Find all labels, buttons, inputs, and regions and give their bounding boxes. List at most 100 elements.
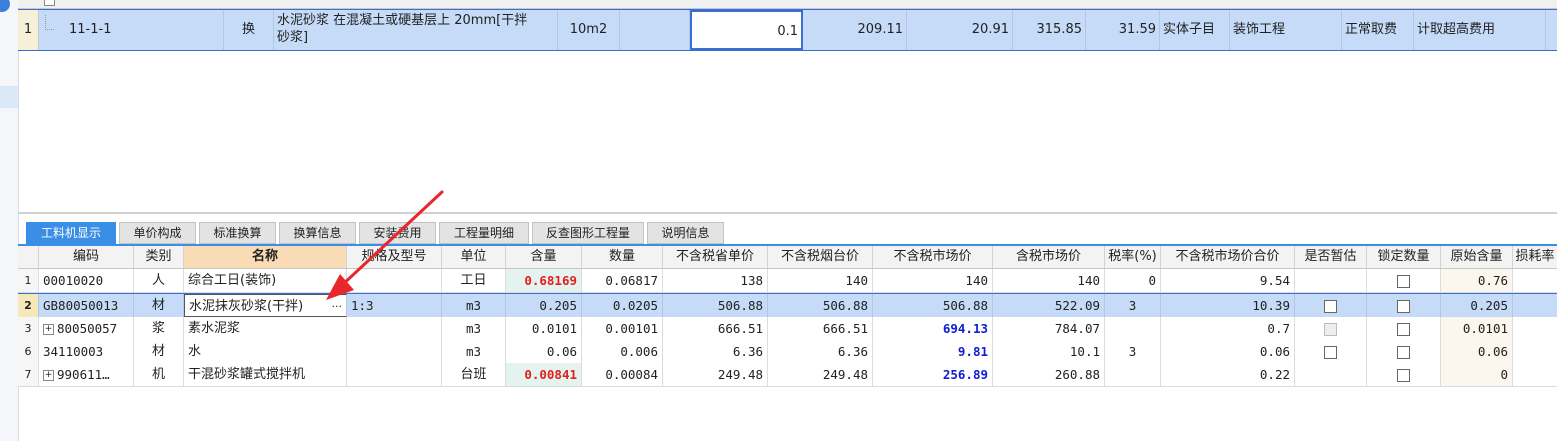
market-price-cell[interactable]: 506.88 xyxy=(873,294,993,317)
item-fee[interactable]: 正常取费 xyxy=(1342,10,1414,50)
header-market-price[interactable]: 不含税市场价 xyxy=(873,246,993,268)
market-total-cell[interactable]: 9.54 xyxy=(1161,269,1295,292)
loss-rate-cell[interactable] xyxy=(1513,317,1557,340)
header-provisional[interactable]: 是否暂估 xyxy=(1295,246,1367,268)
table-row[interactable]: 1 00010020 人 综合工日(装饰) 工日 0.68169 0.06817… xyxy=(18,269,1557,293)
spec-cell[interactable] xyxy=(347,269,442,292)
market-price-cell[interactable]: 694.13 xyxy=(873,317,993,340)
category-cell[interactable]: 人 xyxy=(134,269,184,292)
header-loss-rate[interactable]: 损耗率 xyxy=(1513,246,1557,268)
table-row[interactable]: 6 34110003 材 水 m3 0.06 0.006 6.36 6.36 9… xyxy=(18,340,1557,364)
category-cell[interactable]: 机 xyxy=(134,363,184,386)
loss-rate-cell[interactable] xyxy=(1513,340,1557,363)
tab-quantity-detail[interactable]: 工程量明细 xyxy=(439,222,529,244)
taxed-price-cell[interactable]: 784.07 xyxy=(993,317,1105,340)
left-panel-selected-item[interactable] xyxy=(0,86,18,108)
taxed-price-cell[interactable]: 260.88 xyxy=(993,363,1105,386)
original-content-cell[interactable]: 0 xyxy=(1441,363,1513,386)
market-total-cell[interactable]: 10.39 xyxy=(1161,294,1295,317)
quantity-input[interactable]: 0.1 xyxy=(690,10,803,50)
header-name[interactable]: 名称 xyxy=(184,246,347,268)
tax-rate-cell[interactable]: 0 xyxy=(1105,269,1161,292)
provisional-cell[interactable] xyxy=(1295,269,1367,292)
yantai-price-cell[interactable]: 249.48 xyxy=(768,363,873,386)
item-unit[interactable]: 10m2 xyxy=(558,10,620,50)
unit-cell[interactable]: m3 xyxy=(442,294,506,317)
ellipsis-icon[interactable]: ··· xyxy=(332,295,343,316)
item-height-fee[interactable]: 计取超高费用 xyxy=(1414,10,1546,50)
code-cell[interactable]: +990611… xyxy=(39,363,134,386)
lock-cell[interactable] xyxy=(1367,317,1441,340)
code-cell[interactable]: 00010020 xyxy=(39,269,134,292)
lock-cell[interactable] xyxy=(1367,294,1441,317)
table-row[interactable]: 3 +80050057 浆 素水泥浆 m3 0.0101 0.00101 666… xyxy=(18,317,1557,341)
tab-conversion-info[interactable]: 换算信息 xyxy=(279,222,356,244)
unit-cell[interactable]: 工日 xyxy=(442,269,506,292)
quantity-cell[interactable]: 0.00084 xyxy=(582,363,663,386)
lock-checkbox[interactable] xyxy=(1397,323,1410,336)
provisional-checkbox[interactable] xyxy=(1324,346,1337,359)
splitter[interactable] xyxy=(18,212,1557,214)
yantai-price-cell[interactable]: 140 xyxy=(768,269,873,292)
table-row-selected[interactable]: 2 GB80050013 材 水泥抹灰砂浆(干拌) ··· 1:3 m3 0.2… xyxy=(18,293,1557,318)
item-specialty[interactable]: 装饰工程 xyxy=(1230,10,1342,50)
provisional-checkbox[interactable] xyxy=(1324,300,1337,313)
name-cell[interactable]: 干混砂浆罐式搅拌机 xyxy=(184,363,347,386)
category-cell[interactable]: 浆 xyxy=(134,317,184,340)
item-type[interactable]: 实体子目 xyxy=(1160,10,1230,50)
row-checkbox[interactable] xyxy=(44,0,55,6)
tab-standard-conversion[interactable]: 标准换算 xyxy=(199,222,276,244)
lock-checkbox[interactable] xyxy=(1397,369,1410,382)
unit-cell[interactable]: 台班 xyxy=(442,363,506,386)
original-content-cell[interactable]: 0.76 xyxy=(1441,269,1513,292)
yantai-price-cell[interactable]: 666.51 xyxy=(768,317,873,340)
original-content-cell[interactable]: 0.0101 xyxy=(1441,317,1513,340)
spec-cell[interactable] xyxy=(347,363,442,386)
item-total2[interactable]: 31.59 xyxy=(1086,10,1160,50)
tab-materials[interactable]: 工料机显示 xyxy=(26,222,116,244)
tax-rate-cell[interactable] xyxy=(1105,363,1161,386)
taxed-price-cell[interactable]: 140 xyxy=(993,269,1105,292)
spec-cell[interactable]: 1:3 xyxy=(347,294,442,317)
province-price-cell[interactable]: 249.48 xyxy=(663,363,768,386)
name-cell[interactable]: 素水泥浆 xyxy=(184,317,347,340)
tab-graphic-quantity[interactable]: 反查图形工程量 xyxy=(532,222,644,244)
app-icon[interactable] xyxy=(0,0,10,12)
yantai-price-cell[interactable]: 6.36 xyxy=(768,340,873,363)
provisional-cell[interactable] xyxy=(1295,294,1367,317)
upper-selected-row[interactable]: 1 11-1-1 换 水泥砂浆 在混凝土或硬基层上 20mm[干拌 砂浆] 10… xyxy=(18,9,1557,51)
province-price-cell[interactable]: 6.36 xyxy=(663,340,768,363)
content-cell[interactable]: 0.00841 xyxy=(506,363,582,386)
item-price[interactable]: 209.11 xyxy=(803,10,907,50)
tab-install-fee[interactable]: 安装费用 xyxy=(359,222,436,244)
tax-rate-cell[interactable]: 3 xyxy=(1105,340,1161,363)
lock-checkbox[interactable] xyxy=(1397,275,1410,288)
tax-rate-cell[interactable] xyxy=(1105,317,1161,340)
header-category[interactable]: 类别 xyxy=(134,246,184,268)
content-cell[interactable]: 0.0101 xyxy=(506,317,582,340)
header-yantai-price[interactable]: 不含税烟台价 xyxy=(768,246,873,268)
province-price-cell[interactable]: 506.88 xyxy=(663,294,768,317)
tab-unit-price[interactable]: 单价构成 xyxy=(119,222,196,244)
header-code[interactable]: 编码 xyxy=(39,246,134,268)
market-total-cell[interactable]: 0.7 xyxy=(1161,317,1295,340)
header-tax-rate[interactable]: 税率(%) xyxy=(1105,246,1161,268)
quantity-cell[interactable]: 0.00101 xyxy=(582,317,663,340)
item-code-cell[interactable]: 11-1-1 xyxy=(39,10,224,50)
spec-cell[interactable] xyxy=(347,317,442,340)
name-edit-cell[interactable]: 水泥抹灰砂浆(干拌) ··· xyxy=(184,294,347,317)
original-content-cell[interactable]: 0.06 xyxy=(1441,340,1513,363)
taxed-price-cell[interactable]: 10.1 xyxy=(993,340,1105,363)
provisional-cell[interactable] xyxy=(1295,363,1367,386)
category-cell[interactable]: 材 xyxy=(134,294,184,317)
market-total-cell[interactable]: 0.22 xyxy=(1161,363,1295,386)
lock-checkbox[interactable] xyxy=(1397,300,1410,313)
market-price-cell[interactable]: 9.81 xyxy=(873,340,993,363)
spec-cell[interactable] xyxy=(347,340,442,363)
original-content-cell[interactable]: 0.205 xyxy=(1441,294,1513,317)
lock-cell[interactable] xyxy=(1367,340,1441,363)
code-cell[interactable]: +80050057 xyxy=(39,317,134,340)
header-province-price[interactable]: 不含税省单价 xyxy=(663,246,768,268)
item-kind[interactable]: 换 xyxy=(224,10,274,50)
code-cell[interactable]: 34110003 xyxy=(39,340,134,363)
